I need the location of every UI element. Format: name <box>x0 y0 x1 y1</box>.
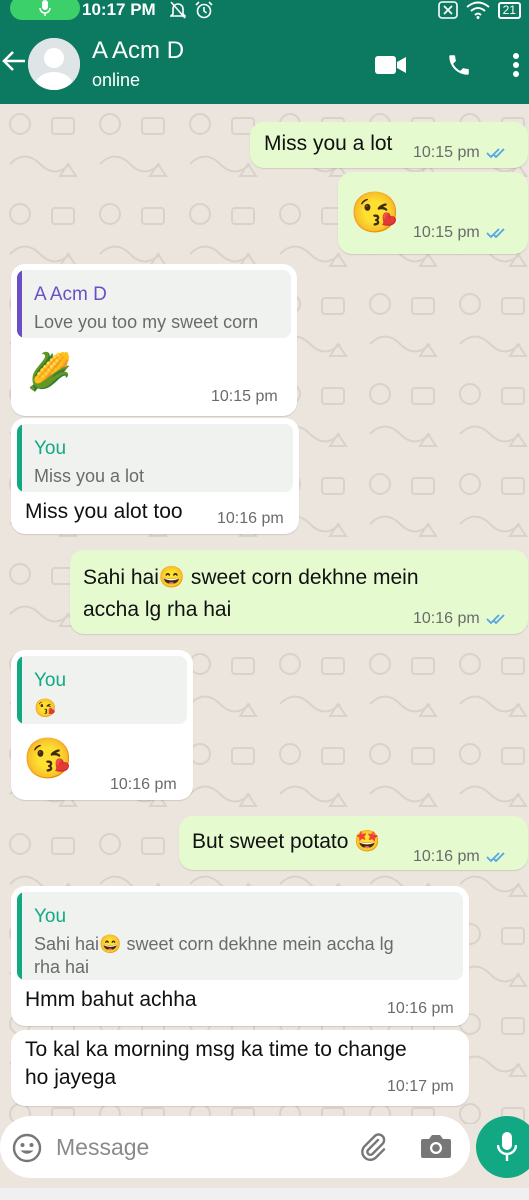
message-bubble-outgoing[interactable]: But sweet potato 🤩 10:16 pm <box>179 816 528 870</box>
message-meta: 10:15 pm <box>413 224 508 242</box>
quote-bar <box>17 892 22 980</box>
message-time: 10:16 pm <box>413 610 480 627</box>
camera-icon <box>421 1135 451 1158</box>
message-time: 10:15 pm <box>211 388 278 405</box>
quote-author: You <box>34 438 67 459</box>
message-text: But sweet potato 🤩 <box>192 830 381 853</box>
read-ticks-icon <box>486 852 505 863</box>
mic-fab-icon <box>497 1132 517 1161</box>
attach-icon <box>361 1133 386 1161</box>
quote-text: Miss you a lot <box>34 466 145 486</box>
more-options-icon <box>513 53 519 77</box>
quote-author: A Acm D <box>34 284 107 305</box>
quote-bar <box>17 656 22 724</box>
avatar[interactable] <box>28 38 80 90</box>
quote-text-line: rha hai <box>34 957 90 977</box>
back-arrow-icon <box>2 51 25 71</box>
avatar-icon <box>28 38 80 90</box>
message-text: Miss you alot too <box>25 500 183 523</box>
mic-icon <box>39 0 51 16</box>
video-call-icon <box>375 56 406 74</box>
mic-indicator <box>10 0 80 20</box>
quote-bar <box>17 270 22 338</box>
read-ticks-icon <box>486 148 505 159</box>
read-ticks-icon <box>486 228 505 239</box>
attach-button[interactable] <box>358 1132 388 1167</box>
wifi-icon <box>466 1 490 19</box>
message-text-line: ho jayega <box>25 1066 117 1089</box>
chat-header: 10:17 PM 21 A Acm D online <box>0 0 529 104</box>
battery-icon: 21 <box>497 1 521 19</box>
voice-call-button[interactable] <box>446 52 472 83</box>
mute-icon <box>170 1 186 19</box>
message-text-line: accha lg rha hai <box>83 598 232 621</box>
alarm-icon <box>195 1 213 19</box>
message-text: Hmm bahut achha <box>25 988 197 1011</box>
video-call-button[interactable] <box>375 55 407 80</box>
message-time: 10:16 pm <box>110 776 177 793</box>
quoted-message[interactable]: You 😘 <box>17 656 187 724</box>
quoted-message[interactable]: You Miss you a lot <box>17 424 293 492</box>
contact-status: online <box>92 70 141 90</box>
chat-area[interactable]: Miss you a lot 10:15 pm 😘 10:15 pm A Acm… <box>0 104 529 1124</box>
message-bubble-outgoing[interactable]: Miss you a lot 10:15 pm <box>250 122 528 168</box>
quote-bar <box>17 424 22 492</box>
emoji-button[interactable] <box>12 1133 42 1168</box>
message-bubble-incoming[interactable]: To kal ka morning msg ka time to change … <box>11 1030 469 1106</box>
message-emoji: 🌽 <box>27 351 72 392</box>
message-time: 10:15 pm <box>413 144 480 161</box>
camera-button[interactable] <box>420 1132 452 1165</box>
quote-text-line: Sahi hai😄 sweet corn dekhne mein accha l… <box>34 934 394 954</box>
message-time: 10:16 pm <box>217 510 284 527</box>
quote-author: You <box>34 906 67 927</box>
quote-text: 😘 <box>34 698 57 718</box>
read-ticks-icon <box>486 614 505 625</box>
message-time: 10:16 pm <box>413 848 480 865</box>
message-emoji: 😘 <box>350 191 400 235</box>
quoted-message[interactable]: A Acm D Love you too my sweet corn <box>17 270 291 338</box>
message-bubble-incoming[interactable]: A Acm D Love you too my sweet corn 🌽 10:… <box>11 264 297 416</box>
message-bubble-incoming[interactable]: You 😘 😘 10:16 pm <box>11 650 193 800</box>
message-bubble-outgoing[interactable]: 😘 10:15 pm <box>338 172 528 254</box>
message-text-line: Sahi hai😄 sweet corn dekhne mein <box>83 566 419 589</box>
quote-author: You <box>34 670 67 691</box>
quoted-message[interactable]: You Sahi hai😄 sweet corn dekhne mein acc… <box>17 892 463 980</box>
close-box-icon <box>437 1 458 19</box>
message-bubble-outgoing[interactable]: Sahi hai😄 sweet corn dekhne mein accha l… <box>70 550 528 634</box>
message-bubble-incoming[interactable]: You Miss you a lot Miss you alot too 10:… <box>11 418 299 534</box>
phone-icon <box>449 55 469 75</box>
status-time: 10:17 PM <box>82 0 156 19</box>
emoji-icon <box>12 1133 42 1163</box>
message-time: 10:16 pm <box>387 1000 454 1017</box>
message-bubble-incoming[interactable]: You Sahi hai😄 sweet corn dekhne mein acc… <box>11 886 469 1026</box>
status-bar: 10:17 PM 21 <box>0 0 529 20</box>
message-time: 10:17 pm <box>387 1078 454 1095</box>
message-time: 10:15 pm <box>413 224 480 241</box>
message-text: Miss you a lot <box>264 132 393 155</box>
voice-message-button[interactable] <box>476 1116 529 1178</box>
message-emoji: 😘 <box>23 737 73 781</box>
quote-text: Love you too my sweet corn <box>34 312 259 332</box>
more-options-button[interactable] <box>512 52 520 83</box>
message-input[interactable] <box>56 1128 346 1166</box>
back-button[interactable] <box>2 48 26 78</box>
message-meta: 10:16 pm <box>413 610 508 628</box>
message-meta: 10:15 pm <box>413 144 508 162</box>
contact-name[interactable]: A Acm D <box>92 37 184 65</box>
message-meta: 10:16 pm <box>413 848 508 866</box>
message-composer <box>0 1116 470 1178</box>
navigation-strip <box>0 1188 529 1200</box>
